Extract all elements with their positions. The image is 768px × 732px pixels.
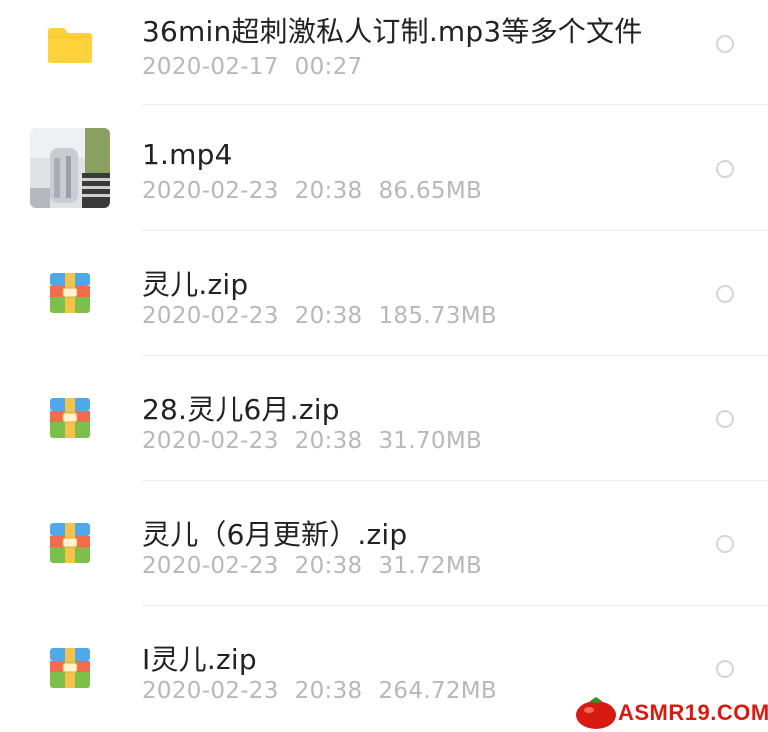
- row-divider: [142, 104, 768, 105]
- file-date: 2020-02-23: [142, 428, 279, 454]
- file-meta: 2020-02-23 20:38 31.70MB: [142, 428, 498, 454]
- zip-icon: [50, 523, 90, 563]
- zip-icon: [50, 398, 90, 438]
- file-meta: 2020-02-23 20:38 185.73MB: [142, 303, 513, 329]
- file-row-zip[interactable]: 28.灵儿6月.zip 2020-02-23 20:38 31.70MB: [0, 356, 768, 481]
- video-thumbnail: [30, 128, 110, 208]
- file-meta: 2020-02-23 20:38 264.72MB: [142, 678, 513, 704]
- file-time: 00:27: [294, 54, 363, 80]
- select-radio[interactable]: [716, 660, 734, 678]
- select-radio[interactable]: [716, 285, 734, 303]
- select-radio[interactable]: [716, 535, 734, 553]
- file-row-folder[interactable]: 36min超刺激私人订制.mp3等多个文件 2020-02-17 00:27: [0, 0, 768, 105]
- file-date: 2020-02-17: [142, 54, 279, 80]
- file-time: 20:38: [294, 553, 363, 579]
- file-name: 36min超刺激私人订制.mp3等多个文件: [142, 15, 643, 48]
- file-date: 2020-02-23: [142, 303, 279, 329]
- file-size: 31.72MB: [378, 553, 483, 579]
- file-row-zip[interactable]: 灵儿.zip 2020-02-23 20:38 185.73MB: [0, 231, 768, 356]
- file-meta: 2020-02-23 20:38 86.65MB: [142, 178, 498, 204]
- file-name: 灵儿（6月更新）.zip: [142, 518, 408, 551]
- file-row-zip[interactable]: 灵儿（6月更新）.zip 2020-02-23 20:38 31.72MB: [0, 481, 768, 606]
- file-date: 2020-02-23: [142, 553, 279, 579]
- file-meta: 2020-02-23 20:38 31.72MB: [142, 553, 498, 579]
- file-name: 灵儿.zip: [142, 268, 249, 301]
- file-name: 28.灵儿6月.zip: [142, 393, 340, 426]
- select-radio[interactable]: [716, 410, 734, 428]
- file-time: 20:38: [294, 178, 363, 204]
- file-size: 185.73MB: [378, 303, 497, 329]
- file-time: 20:38: [294, 303, 363, 329]
- watermark-text: ASMR19.COM: [618, 700, 768, 725]
- select-radio[interactable]: [716, 160, 734, 178]
- file-row-video[interactable]: 1.mp4 2020-02-23 20:38 86.65MB: [0, 106, 768, 231]
- file-meta: 2020-02-17 00:27: [142, 54, 378, 80]
- select-radio[interactable]: [716, 35, 734, 53]
- file-date: 2020-02-23: [142, 178, 279, 204]
- tomato-icon: [576, 697, 616, 729]
- zip-icon: [50, 273, 90, 313]
- watermark: ASMR19.COM: [574, 692, 768, 732]
- file-name: 1.mp4: [142, 138, 233, 171]
- file-size: 31.70MB: [378, 428, 483, 454]
- file-time: 20:38: [294, 678, 363, 704]
- file-name: I灵儿.zip: [142, 643, 257, 676]
- file-time: 20:38: [294, 428, 363, 454]
- zip-icon: [50, 648, 90, 688]
- file-size: 86.65MB: [378, 178, 483, 204]
- folder-icon: [48, 28, 92, 63]
- file-date: 2020-02-23: [142, 678, 279, 704]
- file-size: 264.72MB: [378, 678, 497, 704]
